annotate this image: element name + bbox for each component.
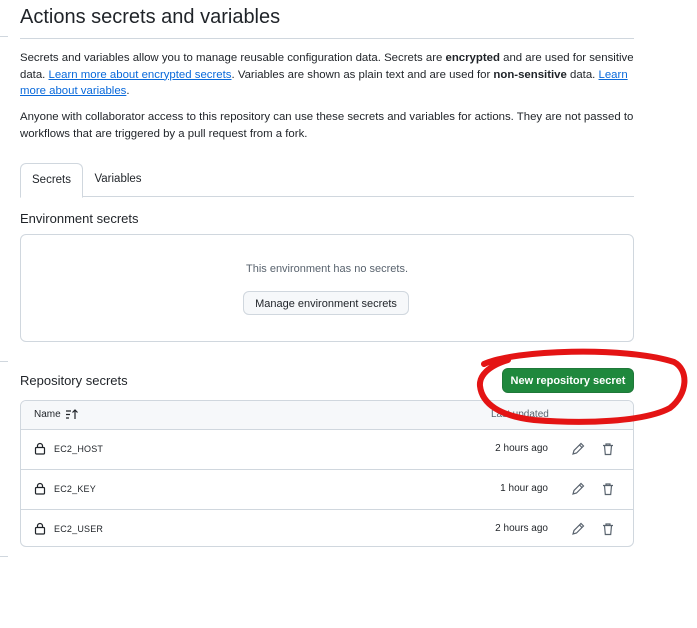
repository-secrets-table: Name Last updated EC2_HOST 2 hours ago E… [20,400,634,547]
encrypted-secrets-link[interactable]: Learn more about encrypted secrets [49,69,232,81]
new-repository-secret-button[interactable]: New repository secret [502,368,634,393]
secret-name: EC2_USER [54,524,104,534]
intro-text: data. [566,68,599,81]
column-header-updated: Last updated [491,409,549,420]
intro-text: . [126,85,130,97]
trash-icon[interactable] [601,482,615,496]
table-header: Name Last updated [21,401,633,430]
table-row: EC2_HOST 2 hours ago [21,430,633,470]
environment-secrets-heading: Environment secrets [20,211,139,226]
lock-icon [34,522,46,535]
pencil-icon[interactable] [571,442,585,456]
intro-text: . Variables are shown as plain text and … [231,68,494,81]
table-row: EC2_USER 2 hours ago [21,510,633,546]
secret-name: EC2_KEY [54,484,96,494]
secret-name: EC2_HOST [54,444,104,454]
collaborator-note: Anyone with collaborator access to this … [20,111,634,140]
intro-emphasis: encrypted [445,52,500,64]
tab-bar: Secrets Variables [20,163,634,198]
column-header-name[interactable]: Name [34,409,61,420]
lock-icon [34,482,46,495]
repository-secrets-heading: Repository secrets [20,373,128,388]
table-row: EC2_KEY 1 hour ago [21,470,633,510]
lock-icon [34,442,46,455]
page-header: Actions secrets and variables [20,0,634,39]
page-title: Actions secrets and variables [20,6,281,28]
secret-updated: 2 hours ago [495,523,548,534]
environment-secrets-box: This environment has no secrets. Manage … [20,234,634,342]
manage-environment-secrets-button[interactable]: Manage environment secrets [243,291,409,315]
sort-ascending-icon[interactable] [65,408,79,421]
left-divider [0,36,8,37]
intro-emphasis: non-sensitive [493,68,567,81]
trash-icon[interactable] [601,442,615,456]
pencil-icon[interactable] [571,482,585,496]
secret-updated: 2 hours ago [495,443,548,454]
left-divider [0,556,8,557]
pencil-icon[interactable] [571,522,585,536]
secret-updated: 1 hour ago [500,483,548,494]
tab-variables[interactable]: Variables [82,163,154,196]
left-divider [0,361,8,362]
intro-text: Secrets and variables allow you to manag… [20,52,446,64]
empty-state-message: This environment has no secrets. [245,263,409,275]
trash-icon[interactable] [601,522,615,536]
tab-secrets[interactable]: Secrets [20,163,83,198]
intro-paragraph: Secrets and variables allow you to manag… [20,50,634,100]
